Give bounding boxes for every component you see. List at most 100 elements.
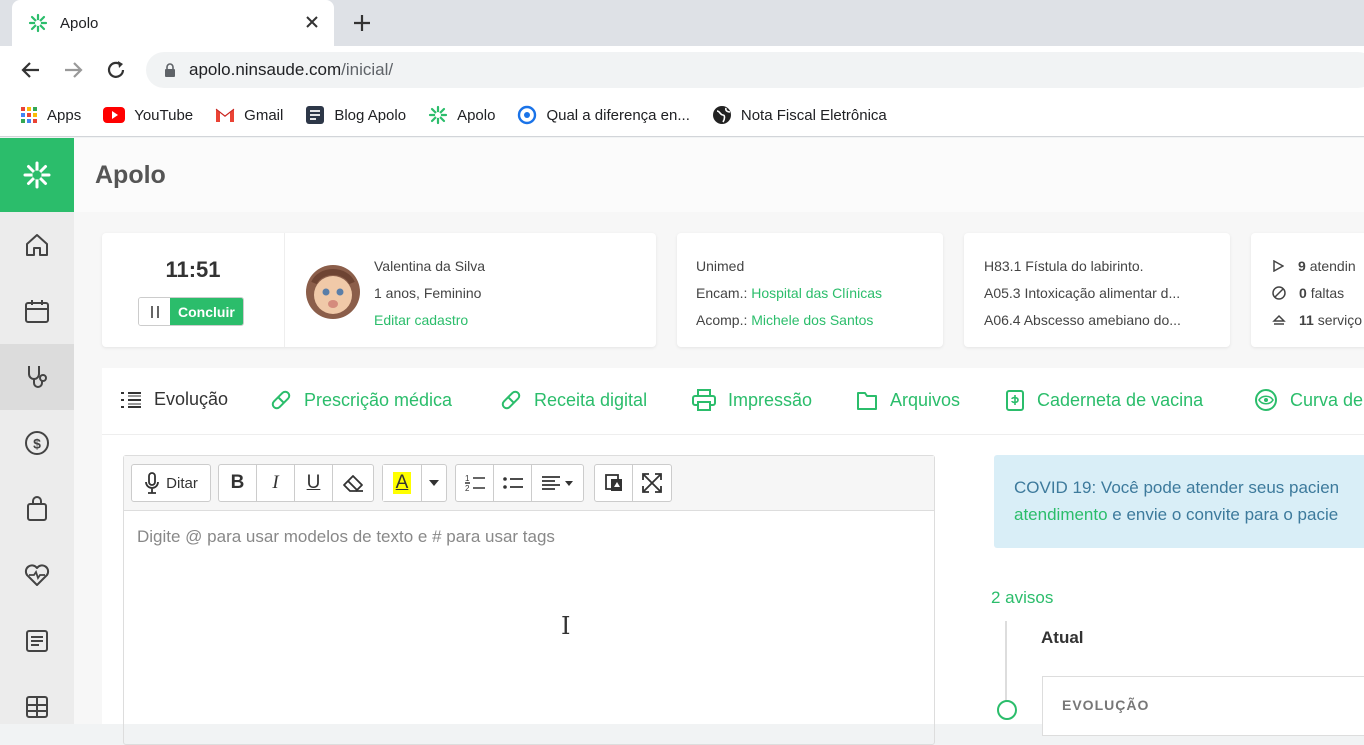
- sidebar-item-stock[interactable]: [0, 476, 74, 542]
- microphone-icon: [145, 472, 160, 494]
- apolo-icon: [428, 105, 448, 125]
- finish-button[interactable]: Concluir: [170, 298, 243, 325]
- bookmark-label: Gmail: [244, 106, 284, 124]
- notices-count[interactable]: 2 avisos: [991, 588, 1053, 608]
- tab-impressao[interactable]: Impressão: [692, 389, 812, 411]
- align-left-icon: [541, 476, 573, 490]
- tab-receita-digital[interactable]: Receita digital: [500, 389, 647, 411]
- patient-info: 1 anos, Feminino: [374, 285, 482, 301]
- pause-button[interactable]: [139, 298, 170, 325]
- bookmark-youtube[interactable]: YouTube: [103, 107, 193, 124]
- patient-name: Valentina da Silva: [374, 258, 486, 274]
- svg-text:$: $: [33, 436, 41, 452]
- app-title: Apolo: [95, 160, 166, 189]
- browser-tab[interactable]: Apolo: [12, 0, 334, 46]
- list-group: 12: [455, 464, 584, 502]
- bookmark-blog-apolo[interactable]: Blog Apolo: [305, 105, 406, 125]
- vaccine-icon: [1006, 390, 1024, 411]
- address-bar[interactable]: apolo.ninsaude.com/inicial/: [146, 52, 1364, 88]
- browser-tab-title: Apolo: [60, 14, 99, 32]
- companion-link[interactable]: Michele dos Santos: [751, 312, 873, 328]
- stat-value: 11: [1299, 312, 1314, 328]
- timeline-line: [1005, 621, 1007, 701]
- calendar-icon: [25, 300, 49, 323]
- sidebar-item-calendar[interactable]: [0, 278, 74, 344]
- apolo-app: $ Apolo 11:51 Concluir Valentina da Silv…: [0, 138, 1364, 745]
- blog-icon: [306, 106, 325, 124]
- diagnosis-item: A05.3 Intoxicação alimentar d...: [984, 285, 1181, 301]
- eraser-icon: [343, 475, 363, 492]
- highlight-letter: A: [392, 472, 412, 494]
- sidebar-item-home[interactable]: [0, 212, 74, 278]
- tab-evolucao[interactable]: Evolução: [120, 389, 228, 410]
- covid-notice-line1: COVID 19: Você pode atender seus pacien: [1014, 478, 1340, 497]
- fullscreen-button[interactable]: [633, 465, 671, 501]
- record-tabs: Evolução Prescrição médica Receita digit…: [102, 368, 1364, 435]
- align-dropdown-button[interactable]: [532, 465, 583, 501]
- tab-label: Prescrição médica: [304, 389, 453, 410]
- insert-template-button[interactable]: [595, 465, 633, 501]
- apps-grid-icon: [21, 107, 37, 123]
- referral-link[interactable]: Hospital das Clínicas: [751, 285, 882, 301]
- sidebar-item-grid[interactable]: [0, 674, 74, 740]
- bookmark-label: Nota Fiscal Eletrônica: [740, 106, 887, 124]
- text-cursor-icon: I: [561, 612, 571, 640]
- bold-button[interactable]: B: [219, 465, 257, 501]
- tab-prescricao[interactable]: Prescrição médica: [270, 389, 452, 411]
- editor-placeholder[interactable]: Digite @ para usar modelos de texto e # …: [137, 527, 555, 547]
- forward-icon[interactable]: [62, 59, 84, 81]
- tab-arquivos[interactable]: Arquivos: [856, 389, 960, 411]
- bag-icon: [27, 496, 47, 521]
- tab-label: Curva de: [1290, 389, 1364, 410]
- url-path: /inicial/: [341, 60, 394, 79]
- diagnoses-card: H83.1 Fístula do labirinto. A05.3 Intoxi…: [964, 233, 1230, 347]
- timer-display: 11:51: [165, 257, 221, 282]
- edit-patient-link[interactable]: Editar cadastro: [374, 312, 468, 328]
- new-tab-icon[interactable]: [352, 13, 372, 33]
- printer-icon: [692, 389, 716, 411]
- underline-button[interactable]: U: [295, 465, 333, 501]
- sidebar-item-attendance[interactable]: [0, 344, 74, 410]
- bookmark-apolo[interactable]: Apolo: [428, 105, 495, 125]
- fullscreen-icon: [642, 473, 662, 493]
- format-group: B I U: [218, 464, 374, 502]
- sidebar-item-finance[interactable]: $: [0, 410, 74, 476]
- sidebar-item-reports[interactable]: [0, 608, 74, 674]
- back-icon[interactable]: [20, 59, 42, 81]
- app-header: Apolo: [74, 138, 1364, 212]
- bookmark-qual-diferenca[interactable]: Qual a diferença en...: [517, 105, 690, 125]
- folder-icon: [857, 392, 877, 410]
- pause-icon: [150, 305, 159, 318]
- close-tab-icon[interactable]: [304, 14, 320, 30]
- rich-text-editor: Ditar B I U A 1 2 Digite @ para usar mod…: [123, 455, 935, 745]
- app-logo[interactable]: [0, 138, 74, 212]
- ordered-list-button[interactable]: 12: [456, 465, 494, 501]
- covid-notice-link[interactable]: atendimento: [1014, 505, 1108, 524]
- bookmark-gmail[interactable]: Gmail: [215, 107, 283, 124]
- ordered-list-icon: 12: [464, 474, 485, 493]
- bookmark-label: Apps: [47, 106, 82, 124]
- bullet-list-icon: [502, 477, 523, 489]
- url-text: apolo.ninsaude.com/inicial/: [189, 60, 393, 80]
- extra-group: [594, 464, 672, 502]
- sidebar-item-health[interactable]: [0, 542, 74, 608]
- bookmark-apps[interactable]: Apps: [20, 106, 81, 124]
- highlight-dropdown[interactable]: [422, 465, 446, 501]
- clear-format-button[interactable]: [333, 465, 373, 501]
- patient-card: 11:51 Concluir Valentina da Silva 1 anos…: [102, 233, 656, 347]
- reload-icon[interactable]: [105, 59, 127, 81]
- stat-label: serviço: [1317, 312, 1363, 328]
- stat-value: 0: [1299, 285, 1307, 301]
- bookmark-nota-fiscal[interactable]: Nota Fiscal Eletrônica: [712, 105, 887, 125]
- dictate-button[interactable]: Ditar: [132, 465, 210, 501]
- tab-caderneta-vacina[interactable]: Caderneta de vacina: [1005, 389, 1203, 411]
- bullet-list-button[interactable]: [494, 465, 532, 501]
- italic-button[interactable]: I: [257, 465, 295, 501]
- play-icon: [1273, 260, 1284, 272]
- pill-icon: [501, 390, 521, 410]
- sidebar: $: [0, 138, 74, 724]
- main-content: Ditar B I U A 1 2 Digite @ para usar mod…: [102, 435, 1364, 745]
- tab-curva[interactable]: Curva de: [1254, 389, 1363, 411]
- covid-notice-line2: atendimento e envie o convite para o pac…: [1014, 501, 1364, 528]
- highlight-button[interactable]: A: [383, 465, 422, 501]
